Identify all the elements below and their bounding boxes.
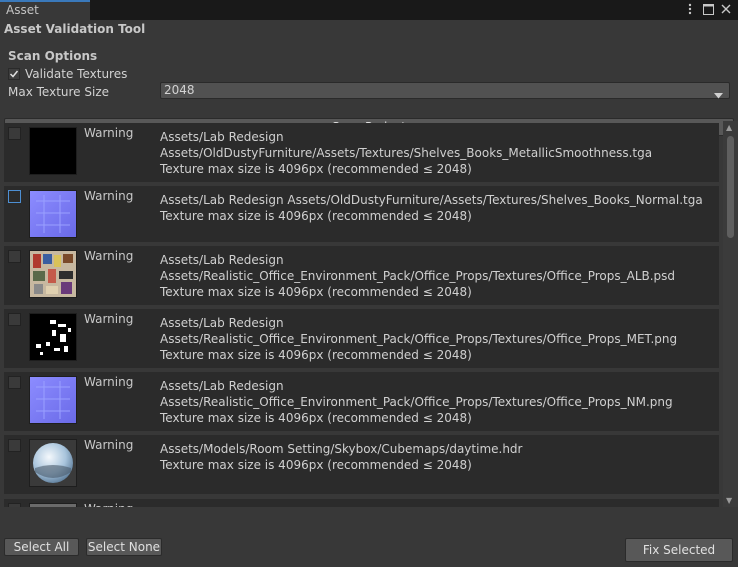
- result-detail-line: Assets/Lab Redesign: [160, 130, 284, 144]
- result-detail-line: Packages/com.unity.postprocessing/PostPr…: [160, 505, 670, 507]
- max-texture-size-dropdown[interactable]: 2048: [160, 82, 730, 99]
- results-scrollbar[interactable]: ▲ ▼: [723, 121, 738, 507]
- result-detail-line: Texture max size is 4096px (recommended …: [160, 458, 472, 472]
- scroll-down-icon[interactable]: ▼: [726, 496, 732, 505]
- result-detail-line: Assets/Lab Redesign: [160, 316, 284, 330]
- severity-label: Warning: [84, 438, 134, 452]
- dropdown-arrow-icon: [714, 88, 723, 102]
- result-detail-line: Texture max size is 4096px (recommended …: [160, 285, 472, 299]
- result-details: Packages/com.unity.postprocessing/PostPr…: [160, 505, 670, 507]
- window-controls: [684, 2, 732, 16]
- scroll-up-icon[interactable]: ▲: [726, 123, 732, 132]
- result-details: Assets/Lab Redesign Assets/OldDustyFurni…: [160, 192, 703, 224]
- severity-label: Warning: [84, 126, 134, 140]
- result-row[interactable]: Warning Assets/Lab Redesign Assets/OldDus…: [4, 186, 719, 242]
- result-detail-line: Assets/Lab Redesign: [160, 253, 284, 267]
- result-details: Assets/Lab Redesign Assets/Realistic_Offi…: [160, 378, 673, 426]
- severity-label: Warning: [84, 375, 134, 389]
- result-detail-line: Assets/Realistic_Office_Environment_Pack…: [160, 395, 673, 409]
- result-detail-line: Texture max size is 4096px (recommended …: [160, 411, 472, 425]
- result-detail-line: Assets/Realistic_Office_Environment_Pack…: [160, 332, 678, 346]
- severity-label: Warning: [84, 249, 134, 263]
- result-row[interactable]: Warning Assets/Lab Redesign Assets/Realist…: [4, 246, 719, 305]
- texture-thumbnail: [29, 503, 77, 507]
- row-select-checkbox[interactable]: [8, 313, 21, 326]
- result-details: Assets/Models/Room Setting/Skybox/Cubema…: [160, 441, 522, 473]
- max-texture-size-label: Max Texture Size: [8, 85, 109, 99]
- result-detail-line: Assets/Lab Redesign Assets/OldDustyFurni…: [160, 193, 703, 207]
- tab-asset-validator[interactable]: Asset Validator: [0, 0, 90, 34]
- result-detail-line: Assets/Realistic_Office_Environment_Pack…: [160, 269, 676, 283]
- texture-thumbnail: [29, 190, 77, 238]
- result-row[interactable]: Warning Assets/Models/Room Setting/Skybox…: [4, 435, 719, 494]
- severity-label: Warning: [84, 502, 133, 507]
- fix-selected-button[interactable]: Fix Selected: [625, 538, 733, 562]
- texture-thumbnail: [29, 313, 77, 361]
- severity-label: Warning: [84, 312, 134, 326]
- texture-thumbnail: [29, 376, 77, 424]
- row-select-checkbox[interactable]: [8, 127, 21, 140]
- more-options-icon[interactable]: [684, 2, 696, 16]
- select-all-button[interactable]: Select All: [4, 538, 79, 556]
- result-detail-line: Assets/OldDustyFurniture/Assets/Textures…: [160, 146, 653, 160]
- row-select-checkbox[interactable]: [8, 503, 21, 507]
- severity-label: Warning: [84, 189, 134, 203]
- row-select-checkbox[interactable]: [8, 190, 21, 203]
- close-icon[interactable]: [720, 2, 732, 16]
- validate-textures-toggle[interactable]: Validate Textures: [8, 66, 127, 82]
- result-detail-line: Assets/Lab Redesign: [160, 379, 284, 393]
- scrollbar-thumb[interactable]: [727, 136, 734, 238]
- result-details: Assets/Lab Redesign Assets/OldDustyFurnit…: [160, 129, 652, 177]
- result-detail-line: Assets/Models/Room Setting/Skybox/Cubema…: [160, 442, 523, 456]
- texture-thumbnail: [29, 250, 77, 298]
- result-row[interactable]: Warning Assets/Lab Redesign Assets/OldDust…: [4, 123, 719, 182]
- result-row[interactable]: Warning Packages/com.unity.postprocessing…: [4, 499, 719, 507]
- result-detail-line: Texture max size is 4096px (recommended …: [160, 162, 472, 176]
- result-detail-line: Texture max size is 4096px (recommended …: [160, 209, 472, 223]
- max-texture-size-value: 2048: [164, 83, 195, 97]
- validate-textures-checkbox[interactable]: [8, 68, 20, 80]
- result-row[interactable]: Warning Assets/Lab Redesign Assets/Realist…: [4, 309, 719, 368]
- tab-bar: Asset Validator: [0, 0, 738, 34]
- result-details: Assets/Lab Redesign Assets/Realistic_Offi…: [160, 315, 677, 363]
- result-details: Assets/Lab Redesign Assets/Realistic_Offi…: [160, 252, 675, 300]
- scan-options-heading: Scan Options: [8, 49, 98, 63]
- results-list: Warning Assets/Lab Redesign Assets/OldDust…: [0, 121, 738, 507]
- result-detail-line: Texture max size is 4096px (recommended …: [160, 348, 472, 362]
- checkmark-icon: [9, 70, 19, 78]
- row-select-checkbox[interactable]: [8, 376, 21, 389]
- texture-thumbnail: [29, 439, 77, 487]
- row-select-checkbox[interactable]: [8, 439, 21, 452]
- texture-thumbnail: [29, 127, 77, 175]
- select-none-button[interactable]: Select None: [86, 538, 162, 556]
- validate-textures-label: Validate Textures: [25, 67, 128, 81]
- result-row[interactable]: Warning Assets/Lab Redesign Assets/Realist…: [4, 372, 719, 431]
- page-title: Asset Validation Tool: [4, 22, 146, 36]
- row-select-checkbox[interactable]: [8, 250, 21, 263]
- maximize-icon[interactable]: [702, 2, 714, 16]
